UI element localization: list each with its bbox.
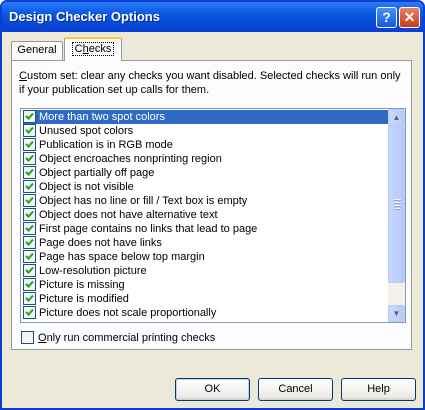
help-title-button[interactable]: ? [376, 7, 397, 28]
scroll-down-button[interactable]: ▼ [388, 305, 405, 322]
scroll-thumb[interactable] [388, 126, 405, 283]
close-button[interactable]: ✕ [399, 7, 420, 28]
cancel-button[interactable]: Cancel [258, 378, 333, 401]
thumb-grip-line [394, 199, 401, 201]
check-item-checkbox[interactable] [23, 264, 36, 277]
checks-list[interactable]: More than two spot colors Unused spot col… [20, 108, 406, 323]
check-item-label: First page contains no links that lead t… [39, 223, 258, 235]
check-item-label: Publication is in RGB mode [39, 139, 173, 151]
commercial-checks-checkbox[interactable] [21, 331, 34, 344]
check-item-checkbox[interactable] [23, 124, 36, 137]
ok-button[interactable]: OK [175, 378, 250, 401]
check-item-label: More than two spot colors [39, 111, 165, 123]
tab-general[interactable]: General [11, 41, 63, 60]
checkmark-icon [25, 126, 34, 134]
list-scrollbar[interactable]: ▲ ▼ [388, 109, 405, 322]
check-item[interactable]: Object partially off page [23, 166, 388, 180]
check-item[interactable]: Object encroaches nonprinting region [23, 152, 388, 166]
check-item[interactable]: Picture does not scale proportionally [23, 306, 388, 320]
checkmark-icon [25, 266, 34, 274]
check-item[interactable]: Object has no line or fill / Text box is… [23, 194, 388, 208]
checkmark-icon [25, 252, 34, 260]
check-item[interactable]: First page contains no links that lead t… [23, 222, 388, 236]
check-item-checkbox[interactable] [23, 194, 36, 207]
thumb-grip-line [394, 205, 401, 207]
checkmark-icon [25, 294, 34, 302]
tab-checks-label: Checks [71, 42, 115, 56]
check-item-checkbox[interactable] [23, 250, 36, 263]
check-item-label: Object is not visible [39, 181, 134, 193]
check-item-label: Object does not have alternative text [39, 209, 218, 221]
checks-panel: Custom set: clear any checks you want di… [11, 60, 412, 350]
thumb-grip-line [394, 208, 401, 210]
checkmark-icon [25, 280, 34, 288]
checkmark-icon [25, 196, 34, 204]
checkmark-icon [25, 168, 34, 176]
checkmark-icon [25, 182, 34, 190]
check-item-label: Picture is missing [39, 279, 125, 291]
check-item-label: Object encroaches nonprinting region [39, 153, 222, 165]
check-item-label: Object partially off page [39, 167, 155, 179]
check-item-label: Picture does not scale proportionally [39, 307, 217, 319]
help-button[interactable]: Help [341, 378, 416, 401]
check-item-checkbox[interactable] [23, 152, 36, 165]
tab-checks[interactable]: Checks [64, 37, 122, 61]
checkmark-icon [25, 112, 34, 120]
check-item[interactable]: More than two spot colors [23, 110, 388, 124]
check-item-checkbox[interactable] [23, 236, 36, 249]
check-item[interactable]: Page has space below top margin [23, 250, 388, 264]
check-item-checkbox[interactable] [23, 208, 36, 221]
check-item[interactable]: Low-resolution picture [23, 264, 388, 278]
check-item[interactable]: Picture is missing [23, 278, 388, 292]
check-item-checkbox[interactable] [23, 166, 36, 179]
check-item[interactable]: Object is not visible [23, 180, 388, 194]
scroll-up-button[interactable]: ▲ [388, 109, 405, 126]
dialog-window: Design Checker Options ? ✕ General Check… [0, 0, 425, 410]
checkmark-icon [25, 140, 34, 148]
check-item-checkbox[interactable] [23, 306, 36, 319]
checkmark-icon [25, 238, 34, 246]
check-item-checkbox[interactable] [23, 138, 36, 151]
checkmark-icon [25, 308, 34, 316]
check-item-label: Picture is modified [39, 293, 129, 305]
check-item-label: Page has space below top margin [39, 251, 205, 263]
check-item[interactable]: Object does not have alternative text [23, 208, 388, 222]
checkmark-icon [25, 210, 34, 218]
check-item-checkbox[interactable] [23, 278, 36, 291]
check-item[interactable]: Publication is in RGB mode [23, 138, 388, 152]
commercial-checks-label[interactable]: Only run commercial printing checks [38, 331, 215, 345]
check-item-checkbox[interactable] [23, 222, 36, 235]
window-title: Design Checker Options [9, 9, 160, 24]
description-text: Custom set: clear any checks you want di… [19, 70, 401, 96]
check-item[interactable]: Unused spot colors [23, 124, 388, 138]
check-item-checkbox[interactable] [23, 180, 36, 193]
check-item-checkbox[interactable] [23, 292, 36, 305]
check-item-label: Object has no line or fill / Text box is… [39, 195, 248, 207]
thumb-grip-line [394, 202, 401, 204]
check-item[interactable]: Picture is modified [23, 292, 388, 306]
check-item[interactable]: Page does not have links [23, 236, 388, 250]
title-bar[interactable]: Design Checker Options ? ✕ [2, 2, 423, 32]
checkmark-icon [25, 224, 34, 232]
check-item-checkbox[interactable] [23, 110, 36, 123]
check-item-label: Unused spot colors [39, 125, 134, 137]
checkmark-icon [25, 154, 34, 162]
check-item-label: Low-resolution picture [39, 265, 147, 277]
check-item-label: Page does not have links [39, 237, 162, 249]
